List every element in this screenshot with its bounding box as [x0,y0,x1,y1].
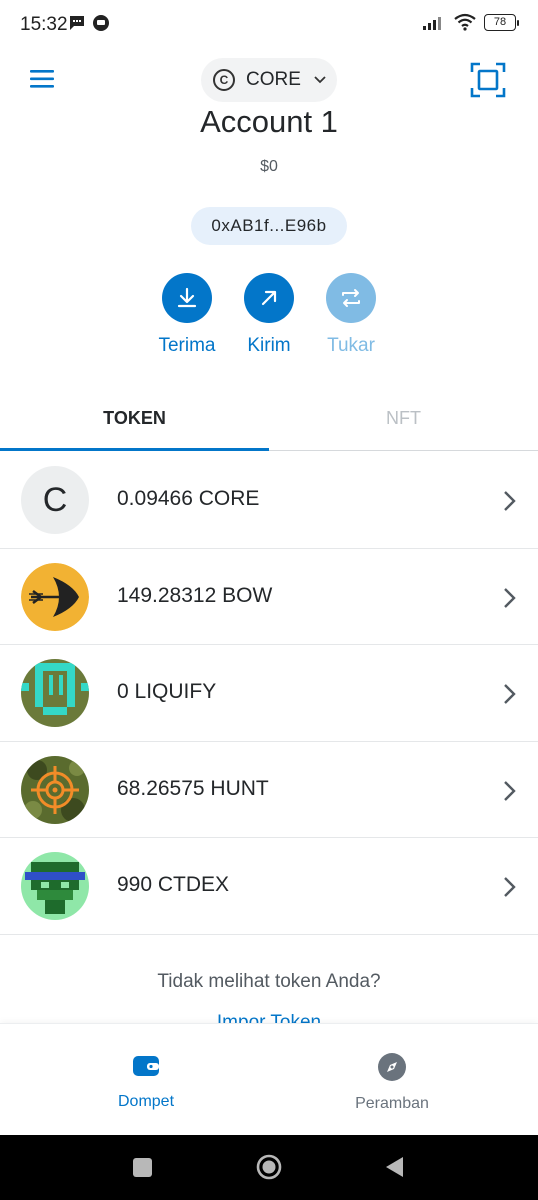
chevron-right-icon [504,587,516,608]
send-arrow-icon [261,290,277,306]
no-token-prompt: Tidak melihat token Anda? [157,971,381,992]
ctdex-token-icon [21,852,89,920]
message-icon [70,16,84,30]
token-amount: 149.28312 BOW [117,583,273,607]
compass-icon [378,1053,406,1081]
token-amount: 0 LIQUIFY [117,680,217,703]
signal-icon [423,17,441,30]
system-navigation-bar [0,1135,538,1200]
core-token-icon: C [21,466,89,534]
asset-tabs: TOKEN NFT [0,393,538,451]
download-icon [177,287,197,308]
account-name[interactable]: Account 1 [0,104,538,140]
chevron-right-icon [504,491,516,511]
chevron-right-icon [504,877,516,897]
hamburger-menu-icon[interactable] [28,66,58,92]
home-icon[interactable] [255,1153,283,1181]
chevron-down-icon [314,76,326,84]
send-label: Kirim [247,335,291,356]
tab-browser-label: Peramban [355,1095,429,1112]
token-amount: 990 CTDEX [117,873,230,896]
tab-wallet-label: Dompet [117,1093,175,1110]
liquify-token-icon [21,659,89,727]
wallet-icon [133,1056,159,1076]
token-row[interactable]: 68.26575 HUNT [0,742,538,838]
recent-apps-icon[interactable] [133,1158,152,1177]
account-balance: $0 [260,158,278,175]
bow-token-icon [21,562,89,631]
token-amount: 68.26575 HUNT [117,776,269,800]
network-selector[interactable]: C CORE [201,58,337,102]
hunt-token-icon [21,755,89,824]
tab-nft[interactable]: NFT [269,393,538,451]
core-network-icon: C [213,69,235,91]
chevron-right-icon [504,684,516,704]
chevron-right-icon [504,780,516,801]
top-navigation: C CORE [0,52,538,108]
token-list: C 0.09466 CORE 149.28312 BOW 0 LIQUIFY 6… [0,452,538,935]
network-name: CORE [246,69,301,90]
token-row[interactable]: 149.28312 BOW [0,549,538,645]
back-icon[interactable] [383,1155,405,1179]
battery-level: 78 [493,16,507,28]
bottom-navigation: Dompet Peramban [0,1023,538,1135]
token-amount: 0.09466 CORE [117,487,260,510]
qr-scan-icon[interactable] [470,62,506,98]
account-address: 0xAB1f...E96b [211,216,327,235]
tab-token[interactable]: TOKEN [0,393,269,451]
account-address-button[interactable]: 0xAB1f...E96b [191,207,347,245]
swap-label: Tukar [327,335,375,356]
send-button[interactable]: Kirim [224,273,314,357]
chat-app-icon [93,15,109,31]
wifi-icon [454,13,476,31]
receive-button[interactable]: Terima [142,273,232,357]
swap-icon [342,289,360,307]
token-row[interactable]: C 0.09466 CORE [0,452,538,549]
battery-indicator: 78 [484,13,519,31]
swap-button[interactable]: Tukar [306,273,396,357]
status-time: 15:32 [20,14,68,35]
tab-wallet[interactable]: Dompet [76,1052,216,1111]
token-row[interactable]: 0 LIQUIFY [0,645,538,742]
status-bar: 15:32 78 [0,0,538,48]
receive-label: Terima [158,335,216,356]
tab-browser[interactable]: Peramban [322,1052,462,1113]
token-row[interactable]: 990 CTDEX [0,838,538,935]
